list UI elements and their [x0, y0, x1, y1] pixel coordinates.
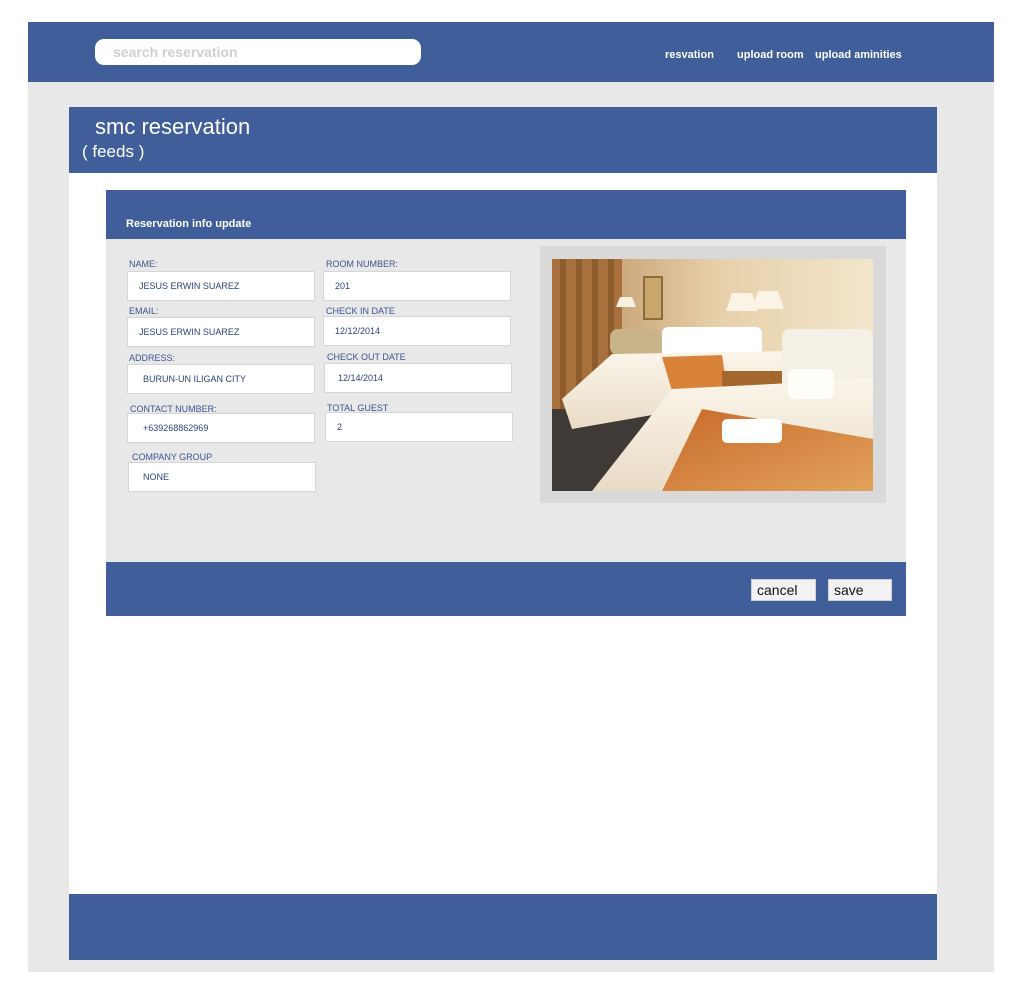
page-footer	[69, 894, 937, 960]
page-subtitle: ( feeds )	[82, 142, 145, 161]
check-in-date-field[interactable]: 12/12/2014	[323, 316, 511, 346]
search-input[interactable]	[95, 39, 421, 65]
nav-link-reservation[interactable]: resvation	[665, 49, 714, 61]
company-group-field[interactable]: NONE	[128, 462, 316, 492]
contact-number-field[interactable]: +639268862969	[127, 413, 315, 443]
address-field[interactable]: BURUN-UN ILIGAN CITY	[127, 364, 315, 394]
cancel-button[interactable]: cancel	[751, 579, 816, 601]
company-group-label: COMPANY GROUP	[132, 452, 213, 462]
panel-header	[106, 190, 906, 239]
check-out-date-label: CHECK OUT DATE	[327, 352, 406, 362]
room-number-label: ROOM NUMBER:	[326, 259, 398, 269]
email-label: EMAIL:	[129, 306, 159, 316]
check-in-date-label: CHECK IN DATE	[326, 306, 395, 316]
check-out-date-field[interactable]: 12/14/2014	[324, 363, 512, 393]
name-field[interactable]: JESUS ERWIN SUAREZ	[127, 271, 315, 301]
save-button[interactable]: save	[828, 579, 892, 601]
total-guest-field[interactable]: 2	[325, 412, 513, 442]
panel-title: Reservation info update	[126, 218, 252, 230]
nav-link-upload-amenities[interactable]: upload aminities	[815, 49, 902, 61]
room-number-field[interactable]: 201	[323, 271, 511, 301]
page-title: smc reservation	[95, 114, 251, 139]
name-label: NAME:	[129, 259, 158, 269]
email-field[interactable]: JESUS ERWIN SUAREZ	[127, 317, 315, 347]
address-label: ADDRESS:	[129, 353, 176, 363]
room-photo	[552, 259, 873, 491]
nav-link-upload-room[interactable]: upload room	[737, 49, 804, 61]
